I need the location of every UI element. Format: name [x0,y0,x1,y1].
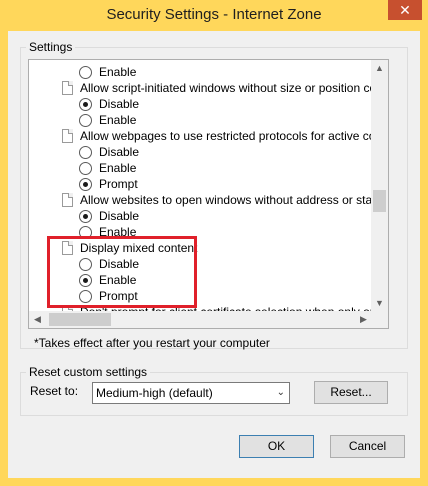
radio-checked-icon[interactable] [79,98,92,111]
reset-button[interactable]: Reset... [314,381,388,404]
scroll-up-icon[interactable]: ▲ [371,60,388,77]
setting-option-label: Enable [99,161,137,175]
radio-unchecked-icon[interactable] [79,146,92,159]
reset-level-select[interactable]: Medium-high (default) ⌄ [92,382,290,404]
setting-option[interactable]: Enable [29,160,372,176]
setting-option[interactable]: Enable [29,112,372,128]
setting-option-label: Disable [99,145,140,159]
vertical-scroll-thumb[interactable] [373,190,386,212]
radio-checked-icon[interactable] [79,178,92,191]
radio-unchecked-icon[interactable] [79,162,92,175]
document-icon [62,129,73,143]
settings-group-label: Settings [26,40,76,54]
close-icon[interactable]: ✕ [388,0,422,20]
setting-option-label: Enable [99,113,137,127]
reset-level-value: Medium-high (default) [96,386,213,400]
scrollbar-corner [371,311,388,328]
scroll-down-icon[interactable]: ▼ [371,295,388,312]
document-icon [62,81,73,95]
chevron-down-icon: ⌄ [276,387,285,398]
scroll-right-icon[interactable]: ▶ [355,311,372,328]
security-settings-window: Security Settings - Internet Zone ✕ Sett… [0,0,428,486]
radio-checked-icon[interactable] [79,210,92,223]
setting-header-label: Allow script-initiated windows without s… [80,81,372,95]
setting-header: Allow webpages to use restricted protoco… [29,128,372,144]
setting-header-label: Allow websites to open windows without a… [80,193,372,207]
setting-option-label: Disable [99,209,140,223]
setting-header: Allow script-initiated windows without s… [29,80,372,96]
ok-button[interactable]: OK [239,435,314,458]
radio-unchecked-icon[interactable] [79,66,92,79]
reset-group-label: Reset custom settings [26,365,151,379]
setting-option-label: Prompt [99,177,138,191]
title-bar[interactable]: Security Settings - Internet Zone ✕ [0,0,428,32]
setting-header-label: Allow webpages to use restricted protoco… [80,129,372,143]
radio-unchecked-icon[interactable] [79,114,92,127]
setting-option[interactable]: Enable [29,64,372,80]
setting-option-label: Disable [99,97,140,111]
horizontal-scroll-thumb[interactable] [49,313,111,326]
cancel-button[interactable]: Cancel [330,435,405,458]
window-title: Security Settings - Internet Zone [106,6,322,23]
document-icon [62,193,73,207]
setting-header: Allow websites to open windows without a… [29,192,372,208]
highlight-annotation [47,236,197,308]
setting-option[interactable]: Disable [29,144,372,160]
setting-option-label: Enable [99,65,137,79]
restart-note: *Takes effect after you restart your com… [34,336,270,350]
horizontal-scrollbar[interactable]: ◀ ▶ [29,311,372,328]
setting-option[interactable]: Prompt [29,176,372,192]
vertical-scrollbar[interactable]: ▲ ▼ [371,60,388,312]
setting-option[interactable]: Disable [29,96,372,112]
setting-option[interactable]: Disable [29,208,372,224]
scroll-left-icon[interactable]: ◀ [29,311,46,328]
reset-to-label: Reset to: [30,384,79,398]
